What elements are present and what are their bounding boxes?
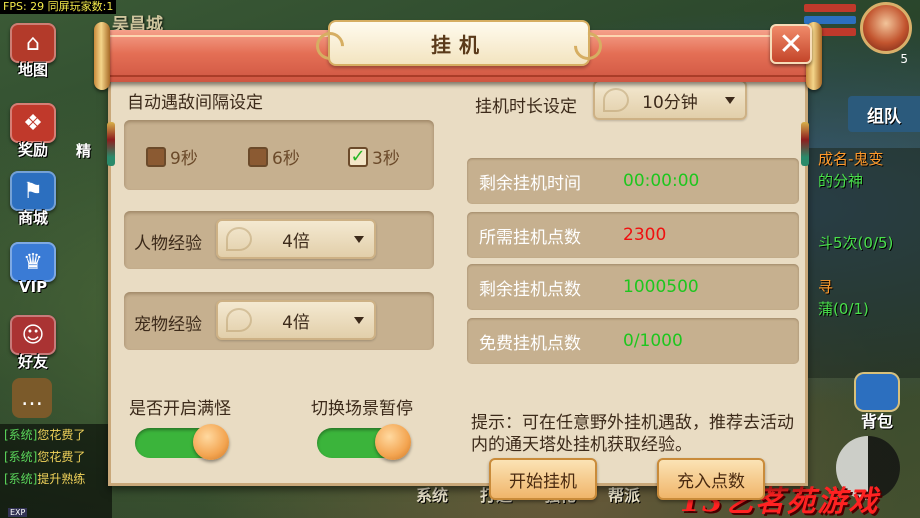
chat-line: [系统]您花费了 [4, 428, 86, 442]
duration-value: 10分钟 [642, 92, 698, 113]
char-exp-value: 4倍 [282, 231, 310, 252]
interval-option-3s[interactable]: ✓ 3秒 [348, 144, 400, 169]
free-points-row: 免费挂机点数 0/1000 [467, 318, 799, 364]
pet-exp-value: 4倍 [282, 312, 310, 333]
toggle-knob [375, 424, 411, 460]
duration-label: 挂机时长设定 [475, 97, 577, 117]
level-badge: 5 [900, 52, 908, 66]
checkbox-checked[interactable]: ✓ [348, 145, 368, 167]
left-tassel [107, 122, 115, 166]
full-monster-toggle[interactable] [135, 424, 229, 460]
info-value: 2300 [623, 225, 667, 245]
auto-battle-dialog: 自动遇敌间隔设定 9秒 6秒 ✓ 3秒 人物经验 4倍 宠物经验 4倍 是否开启… [94, 20, 822, 500]
dropdown-arrow-icon [725, 97, 735, 104]
swirl-ornament [603, 88, 629, 112]
info-key: 所需挂机点数 [479, 227, 581, 248]
info-key: 剩余挂机时间 [479, 173, 581, 194]
swirl-ornament [226, 227, 252, 251]
shop-label: 商城 [17, 209, 48, 227]
toggle-knob [193, 424, 229, 460]
info-key: 免费挂机点数 [479, 333, 581, 354]
bag-icon [854, 372, 900, 412]
map-label: 地图 [17, 61, 48, 79]
check-mark-icon: ✓ [350, 145, 366, 167]
close-button[interactable]: ✕ [770, 24, 812, 64]
pet-exp-panel: 宠物经验 4倍 [124, 292, 434, 350]
required-points-row: 所需挂机点数 2300 [467, 212, 799, 258]
interval-option-6s[interactable]: 6秒 [248, 144, 300, 169]
checkbox-label: 6秒 [272, 149, 300, 169]
checkbox-label: 9秒 [170, 149, 198, 169]
reward-button[interactable]: ❖ 奖励 [4, 98, 62, 160]
chat-line: [系统]提升熟练 [4, 472, 86, 486]
chat-line: [系统]您花费了 [4, 450, 86, 464]
quest-line: 寻 [818, 278, 834, 296]
checkbox-label: 3秒 [372, 149, 400, 169]
info-value: 00:00:00 [623, 171, 700, 191]
button-label: 充入点数 [677, 471, 745, 492]
title-plate: 挂机 [328, 20, 590, 66]
quest-line: 成名-鬼变 [818, 150, 884, 168]
encounter-interval-label: 自动遇敌间隔设定 [127, 93, 263, 113]
shop-icon: ⚑ [10, 171, 56, 211]
char-exp-panel: 人物经验 4倍 [124, 211, 434, 269]
close-icon: ✕ [778, 26, 804, 62]
quest-line: 斗5次(0/5) [818, 234, 894, 252]
recharge-points-button[interactable]: 充入点数 [657, 458, 765, 500]
reward-label: 奖励 [17, 141, 48, 159]
map-icon: ⌂ [10, 23, 56, 63]
scroll-roller-left [94, 22, 110, 90]
full-monster-label: 是否开启满怪 [129, 399, 231, 419]
fps-counter: FPS: 29 同屏玩家数:1 [0, 0, 117, 14]
map-button[interactable]: ⌂ 地图 [4, 18, 62, 80]
char-exp-dropdown[interactable]: 4倍 [216, 219, 376, 259]
info-value: 1000500 [623, 277, 699, 297]
button-label: 开始挂机 [509, 471, 577, 492]
swirl-ornament [226, 308, 252, 332]
quest-line: 蒲(0/1) [818, 300, 869, 318]
remaining-points-row: 剩余挂机点数 1000500 [467, 264, 799, 310]
dropdown-arrow-icon [354, 317, 364, 324]
char-exp-label: 人物经验 [134, 234, 202, 254]
pet-exp-dropdown[interactable]: 4倍 [216, 300, 376, 340]
dropdown-arrow-icon [354, 236, 364, 243]
pause-on-switch-toggle[interactable] [317, 424, 411, 460]
interval-options-panel: 9秒 6秒 ✓ 3秒 [124, 120, 434, 190]
start-auto-battle-button[interactable]: 开始挂机 [489, 458, 597, 500]
friends-button[interactable]: ☺ 好友 [4, 310, 62, 372]
friends-label: 好友 [17, 353, 48, 371]
chat-panel[interactable]: [系统]您花费了 [系统]您花费了 [系统]提升熟练 [0, 424, 112, 518]
remaining-time-row: 剩余挂机时间 00:00:00 [467, 158, 799, 204]
vip-crown-icon: ♛ [10, 242, 56, 282]
bag-button[interactable]: 背包 [846, 370, 908, 432]
quest-line: 的分神 [818, 172, 864, 190]
team-label: 组队 [867, 106, 901, 127]
dialog-title: 挂机 [431, 32, 487, 57]
pause-on-switch-label: 切换场景暂停 [311, 399, 413, 419]
partial-side-label: 精 [76, 142, 92, 160]
dialog-body: 自动遇敌间隔设定 9秒 6秒 ✓ 3秒 人物经验 4倍 宠物经验 4倍 是否开启… [107, 66, 809, 500]
friend-avatar-icon: ☺ [10, 315, 56, 355]
duration-dropdown[interactable]: 10分钟 [593, 80, 747, 120]
vip-button[interactable]: ♛ VIP [4, 234, 62, 296]
team-tab[interactable]: 组队 [848, 96, 920, 132]
shop-button[interactable]: ⚑ 商城 [4, 166, 62, 228]
checkbox[interactable] [248, 146, 268, 167]
hint-text: 提示：可在任意野外挂机遇敌，推荐去活动内的通天塔处挂机获取经验。 [471, 413, 794, 455]
quest-tracker[interactable]: 成名-鬼变 的分神 斗5次(0/5) 寻 蒲(0/1) [808, 148, 920, 378]
player-avatar[interactable] [860, 2, 912, 54]
right-tassel [801, 122, 809, 166]
interval-option-9s[interactable]: 9秒 [146, 144, 198, 169]
chat-bubble-icon[interactable]: … [12, 378, 52, 418]
vip-label: VIP [18, 278, 48, 296]
gift-icon: ❖ [10, 103, 56, 143]
checkbox[interactable] [146, 146, 166, 167]
info-value: 0/1000 [623, 331, 683, 351]
bag-label: 背包 [860, 412, 893, 431]
info-key: 剩余挂机点数 [479, 279, 581, 300]
exp-bar-label: EXP [8, 508, 28, 517]
pet-exp-label: 宠物经验 [134, 315, 202, 335]
